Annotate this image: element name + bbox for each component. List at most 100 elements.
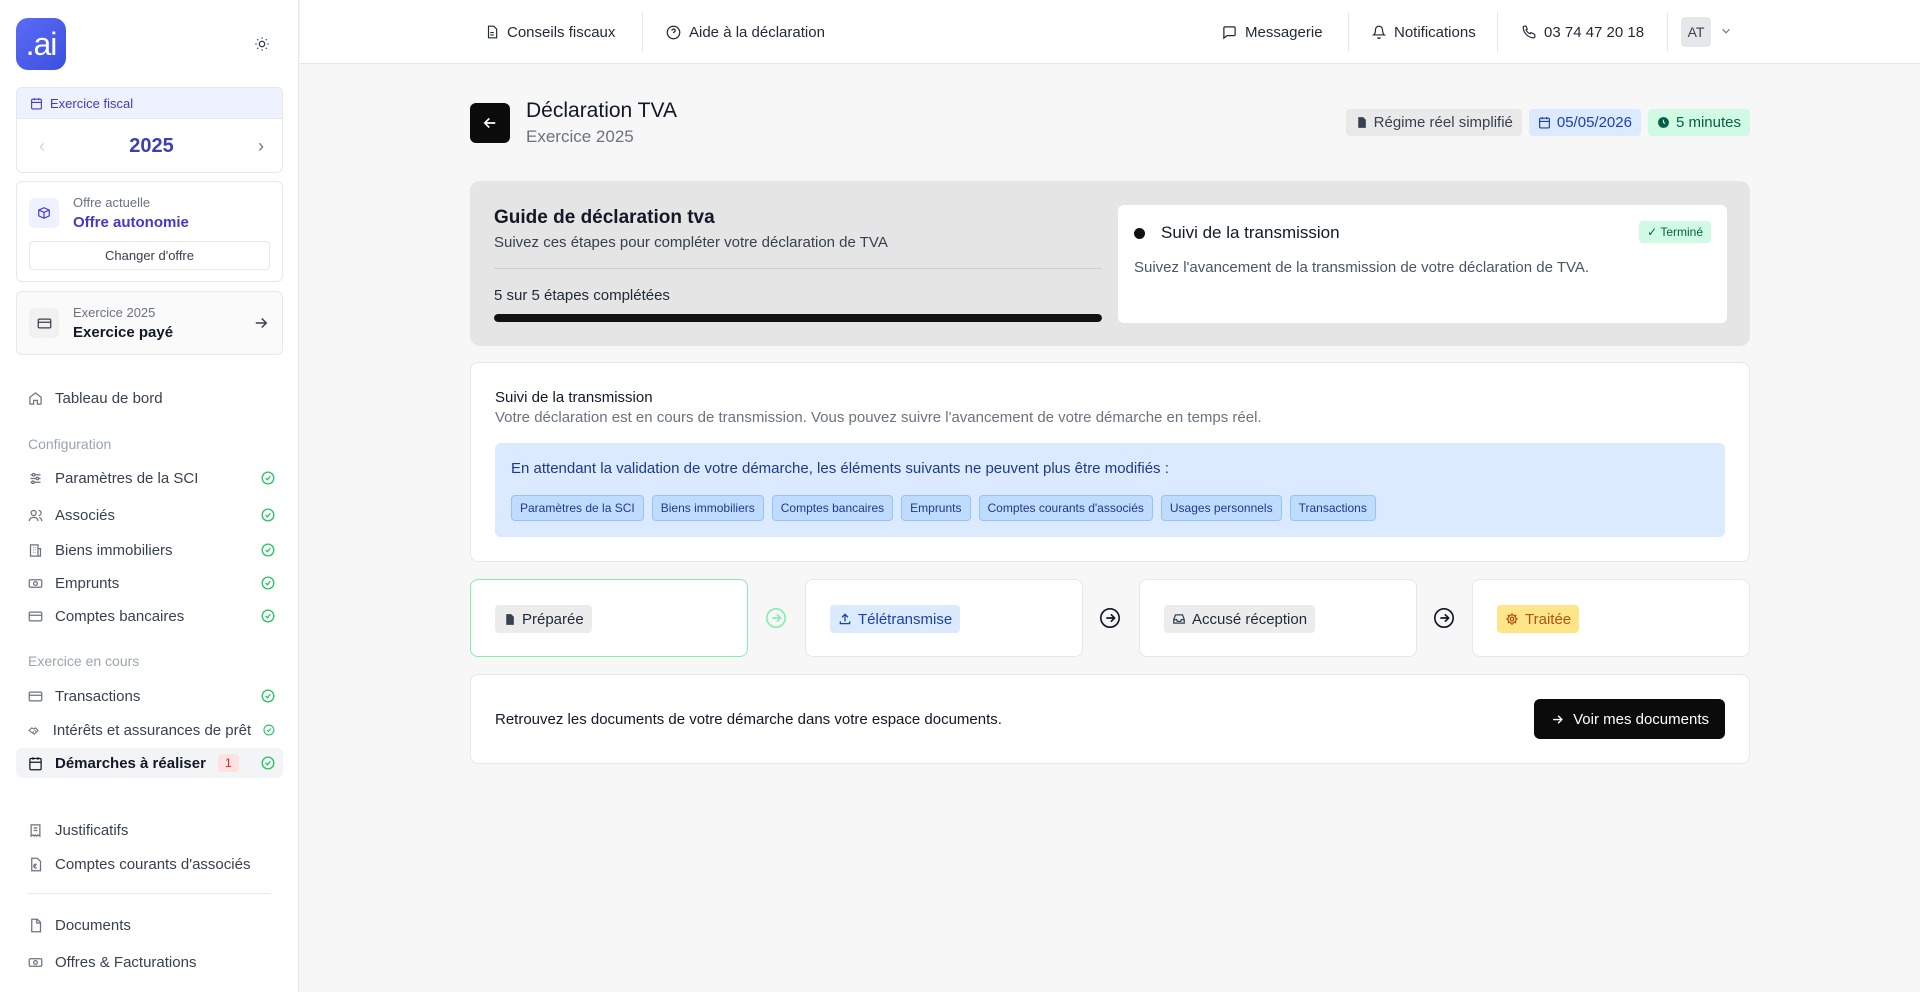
sidebar-item-label: Comptes bancaires (55, 607, 185, 625)
fiscal-year-header: Exercice fiscal (17, 88, 282, 119)
sidebar-item-dashboard[interactable]: Tableau de bord (16, 383, 283, 413)
user-avatar[interactable]: AT (1681, 17, 1711, 47)
sidebar-item-procedures[interactable]: Démarches à réaliser 1 (16, 748, 283, 778)
sidebar-item-current-accounts[interactable]: Comptes courants d'associés (16, 849, 283, 879)
documents-text: Retrouvez les documents de votre démarch… (495, 711, 1002, 728)
duration-badge: 5 minutes (1647, 109, 1750, 136)
workflow-step-processed: Traitée (1472, 579, 1750, 657)
guide-progress-fill (494, 314, 1102, 322)
phone-link[interactable]: 03 74 47 20 18 (1522, 0, 1644, 64)
tax-advice-link[interactable]: Conseils fiscaux (485, 0, 615, 64)
locked-items-text: En attendant la validation de votre déma… (511, 460, 1169, 477)
sidebar-item-receipts[interactable]: Justificatifs (16, 815, 283, 845)
fiscal-year-value: 2025 (129, 134, 174, 157)
topbar-divider (1497, 12, 1498, 52)
calendar-icon (31, 97, 42, 109)
sidebar-item-billing[interactable]: Offres & Facturations (16, 947, 283, 977)
sidebar-item-sci-parameters[interactable]: Paramètres de la SCI (16, 463, 283, 493)
arrow-right-icon (1553, 714, 1563, 724)
offer-box-icon (29, 198, 59, 228)
view-documents-button[interactable]: Voir mes documents (1534, 699, 1725, 739)
home-icon (29, 391, 42, 405)
phone-icon (1522, 25, 1536, 39)
locked-item-chip: Comptes courants d'associés (978, 495, 1153, 521)
file-text-icon (487, 25, 498, 39)
tax-advice-label: Conseils fiscaux (507, 23, 616, 41)
file-icon (1357, 117, 1366, 128)
guide-divider (494, 268, 1102, 269)
locked-item-chip: Emprunts (901, 495, 971, 521)
current-step-card: Suivi de la transmission ✓ Terminé Suive… (1118, 205, 1727, 323)
sidebar-item-label: Biens immobiliers (55, 541, 173, 559)
topbar-divider (642, 12, 643, 52)
transmitted-badge: Télétransmise (830, 605, 961, 633)
paid-exercise-subtitle: Exercice 2025 (73, 305, 156, 320)
sidebar-item-transactions[interactable]: Transactions (16, 681, 283, 711)
sidebar-item-loan-interest[interactable]: Intérêts et assurances de prêt (16, 715, 283, 745)
arrow-circle-right-icon (1434, 608, 1454, 628)
paid-exercise-card[interactable]: Exercice 2025 Exercice payé (16, 291, 283, 355)
check-circle-icon (261, 508, 275, 522)
check-circle-icon (263, 724, 275, 736)
inbox-icon (1173, 614, 1185, 624)
change-offer-button[interactable]: Changer d'offre (29, 241, 270, 270)
upload-icon (839, 613, 851, 625)
sliders-icon (30, 472, 41, 484)
sidebar-item-bank-accounts[interactable]: Comptes bancaires (16, 601, 283, 631)
app-logo[interactable]: .ai (16, 18, 66, 70)
messaging-link[interactable]: Messagerie (1222, 0, 1323, 64)
credit-card-icon (29, 308, 59, 338)
previous-year-button[interactable]: ‹ (39, 136, 45, 157)
pending-count-badge: 1 (217, 754, 239, 772)
sun-icon[interactable] (252, 34, 272, 54)
credit-card-icon (28, 691, 43, 701)
locked-item-chip: Biens immobiliers (651, 495, 764, 521)
locked-items-list: Paramètres de la SCI Biens immobiliers C… (511, 495, 1376, 521)
guide-title: Guide de déclaration tva (494, 207, 715, 228)
sidebar-item-associates[interactable]: Associés (16, 500, 283, 530)
workflow-step-label: Préparée (522, 610, 584, 628)
phone-number: 03 74 47 20 18 (1544, 23, 1645, 41)
calendar-icon (1538, 117, 1550, 129)
calendar-icon (29, 756, 42, 770)
topbar-divider (1348, 12, 1349, 52)
declaration-guide: Guide de déclaration tva Suivez ces étap… (470, 181, 1750, 346)
next-year-button[interactable]: › (258, 136, 264, 157)
file-icon (506, 613, 514, 625)
sidebar-item-properties[interactable]: Biens immobiliers (16, 535, 283, 565)
arrow-left-icon (483, 117, 496, 129)
step-status-badge: ✓ Terminé (1639, 221, 1711, 243)
notifications-link[interactable]: Notifications (1372, 0, 1476, 64)
notifications-label: Notifications (1394, 23, 1476, 41)
sidebar-item-documents[interactable]: Documents (16, 910, 283, 940)
sidebar-item-label: Tableau de bord (55, 389, 163, 407)
current-offer-card: Offre actuelle Offre autonomie Changer d… (16, 181, 283, 282)
sidebar-item-loans[interactable]: Emprunts (16, 568, 283, 598)
topbar-divider (1667, 12, 1668, 52)
sidebar-item-label: Comptes courants d'associés (55, 855, 251, 873)
tracking-title: Suivi de la transmission (495, 389, 653, 406)
workflow-step-acknowledged: Accusé réception (1139, 579, 1417, 657)
transmission-tracking-panel: Suivi de la transmission Votre déclarati… (470, 362, 1750, 562)
file-euro-icon (31, 857, 42, 871)
help-circle-icon (666, 25, 681, 39)
guide-progress-bar (494, 314, 1102, 322)
sidebar-item-label: Documents (55, 916, 131, 934)
messaging-label: Messagerie (1245, 23, 1323, 41)
handshake-icon (28, 726, 39, 735)
sidebar-item-label: Offres & Facturations (55, 953, 197, 971)
workflow-step-label: Traitée (1525, 610, 1572, 628)
declaration-help-link[interactable]: Aide à la déclaration (666, 0, 825, 64)
document-icon (31, 918, 42, 932)
regime-badge: Régime réel simplifié (1345, 109, 1522, 136)
credit-card-icon (28, 611, 43, 621)
bell-icon (1372, 25, 1386, 39)
check-circle-icon (261, 576, 275, 590)
offer-name: Offre autonomie (73, 214, 189, 231)
arrow-circle-right-icon (1100, 608, 1120, 628)
chevron-down-icon[interactable] (1719, 24, 1733, 38)
back-button[interactable] (470, 103, 510, 143)
processed-badge: Traitée (1497, 605, 1580, 633)
building-icon (29, 543, 42, 557)
prepared-badge: Préparée (495, 605, 592, 633)
